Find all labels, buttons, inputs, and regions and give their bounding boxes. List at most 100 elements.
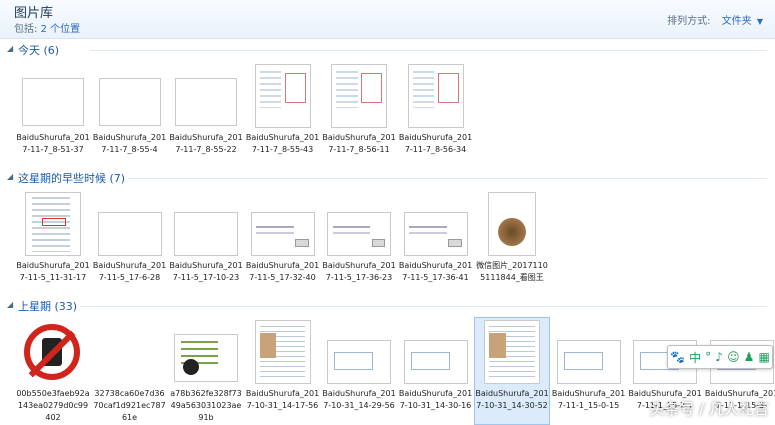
small-dialog-thumbnail-icon — [250, 212, 315, 256]
library-header: 图片库 包括: 2 个位置 排列方式: 文件夹 ▼ — [0, 0, 775, 39]
group-title[interactable]: 今天 (6) — [18, 42, 59, 58]
thumbnail-item[interactable]: BaiduShurufa_2017-10-31_14-17-56 — [246, 318, 320, 424]
thumbnail-item[interactable]: BaiduShurufa_2017-11-5_11-31-17 — [16, 190, 90, 296]
fire-thumbnail-icon: 火警119 — [98, 322, 161, 384]
thumbnail-image[interactable] — [248, 62, 318, 130]
dialog-thumbnail-icon — [331, 64, 387, 128]
thumbnail-image[interactable] — [401, 190, 471, 258]
dialog-thumbnail-icon — [254, 64, 311, 128]
thumbnail-image[interactable] — [248, 190, 318, 258]
thumbnail-caption: BaiduShurufa_2017-11-5_11-31-17 — [16, 261, 90, 282]
no-sign-thumbnail-icon — [22, 322, 84, 384]
thumbnail-image[interactable] — [18, 190, 88, 258]
thumbnail-item[interactable]: a78b362fe328f7349a563031023ae91b — [169, 318, 243, 424]
thumbnail-caption: BaiduShurufa_2017-11-5_17-36-41 — [398, 261, 473, 282]
book-thumbnail-icon — [488, 192, 536, 256]
thumbnail-item[interactable]: BaiduShurufa_2017-11-1_15-0-15 — [552, 318, 626, 424]
blue-thumbnail-icon — [174, 212, 238, 256]
thumbnail-image[interactable] — [171, 190, 241, 258]
locations-link[interactable]: 2 个位置 — [41, 24, 81, 35]
thumbnail-image[interactable] — [171, 62, 241, 130]
thumbnail-item[interactable]: 火警119 32738ca60e7d3670caf1d921ec78761e — [93, 318, 167, 424]
page-thumbnail-icon — [484, 320, 540, 384]
group-today: ◢ 今天 (6) BaiduShurufa_2017-11-7_8-51-37 B… — [0, 42, 775, 167]
thumbnail-item[interactable]: BaiduShurufa_2017-11-7_8-56-34 — [399, 62, 473, 168]
sort-label: 排列方式: — [667, 16, 711, 27]
thumbnail-image[interactable] — [477, 318, 547, 386]
thumbnail-item[interactable]: BaiduShurufa_2017-11-7_8-55-43 — [246, 62, 320, 168]
thumbnail-item[interactable]: BaiduShurufa_2017-11-5_17-36-23 — [322, 190, 396, 296]
thumbnail-item[interactable]: 00b550e3faeb92a143ea0279d0c99402 — [16, 318, 90, 424]
thumbnail-image[interactable] — [95, 190, 165, 258]
thumbnail-image[interactable] — [95, 62, 165, 130]
thumbnail-image[interactable] — [401, 62, 471, 130]
group-divider — [80, 306, 767, 307]
dialog-thumbnail-icon — [407, 64, 464, 128]
thumbnail-item[interactable]: BaiduShurufa_2017-11-5_17-32-40 — [246, 190, 320, 296]
thumbnail-caption: BaiduShurufa_2017-11-5_17-36-23 — [322, 261, 396, 282]
watermark-text: 头条号 / 凡人礼言 — [649, 400, 769, 418]
thumbnail-image[interactable] — [477, 190, 547, 258]
collapse-caret-icon[interactable]: ◢ — [7, 44, 13, 53]
thumbnail-item[interactable]: BaiduShurufa_2017-11-7_8-51-37 — [16, 62, 90, 168]
thumbnail-image[interactable] — [248, 318, 318, 386]
thumbnail-image[interactable] — [18, 62, 88, 130]
group-title[interactable]: 这星期的早些时候 (7) — [18, 170, 125, 186]
ime-tool-5-icon[interactable]: ♟ — [744, 350, 755, 364]
thumbnail-item[interactable]: BaiduShurufa_2017-10-31_14-30-16 — [399, 318, 473, 424]
thumbnail-item[interactable]: BaiduShurufa_2017-11-5_17-36-41 — [399, 190, 473, 296]
thumbnail-caption: 微信图片_20171105111844_看图王 — [476, 261, 548, 282]
thumbnail-item[interactable]: BaiduShurufa_2017-10-31_14-29-56 — [322, 318, 396, 424]
thumbnail-item[interactable]: 微信图片_20171105111844_看图王 — [475, 190, 549, 296]
page-title: 图片库 — [14, 6, 54, 21]
group-title[interactable]: 上星期 (33) — [18, 298, 77, 314]
thumbnail-caption: BaiduShurufa_2017-11-7_8-55-22 — [169, 133, 243, 154]
thumbnail-item[interactable]: BaiduShurufa_2017-11-7_8-55-4 — [93, 62, 167, 168]
collapse-caret-icon[interactable]: ◢ — [7, 300, 13, 309]
group-divider — [128, 178, 767, 179]
collapse-caret-icon[interactable]: ◢ — [7, 172, 13, 181]
thumbnail-image[interactable] — [554, 318, 624, 386]
grid-thumbnail-icon — [22, 78, 84, 126]
ime-tool-3-icon[interactable]: ♪ — [715, 350, 723, 364]
web-thumbnail-icon — [403, 340, 468, 384]
group-header[interactable]: ◢ 今天 (6) — [0, 42, 775, 58]
thumbnail-item[interactable]: BaiduShurufa_2017-10-31_14-30-52 — [474, 317, 550, 425]
thumbnail-caption: BaiduShurufa_2017-11-7_8-56-34 — [398, 133, 473, 154]
thumbnail-item[interactable]: BaiduShurufa_2017-11-5_17-6-28 — [93, 190, 167, 296]
sort-dropdown[interactable]: 文件夹 — [722, 16, 752, 27]
group-header[interactable]: ◢ 上星期 (33) — [0, 298, 775, 314]
barrel-icon — [42, 338, 62, 366]
thumbnail-item[interactable]: BaiduShurufa_2017-11-7_8-56-11 — [322, 62, 396, 168]
thumbnail-image[interactable] — [324, 190, 394, 258]
ime-floating-toolbar[interactable]: 🐾 中 ° ♪ ☺ ♟ ▦ — [667, 345, 773, 369]
ime-tool-0-icon[interactable]: 🐾 — [670, 350, 685, 364]
thumbnail-image[interactable] — [401, 318, 471, 386]
group-header[interactable]: ◢ 这星期的早些时候 (7) — [0, 170, 775, 186]
includes-prefix: 包括: — [14, 24, 38, 35]
fire-badge-text: 火警119 — [109, 350, 150, 361]
menu-thumbnail-icon — [25, 192, 81, 256]
thumbnail-caption: BaiduShurufa_2017-10-31_14-30-52 — [475, 389, 549, 410]
ime-tool-1-icon[interactable]: 中 — [689, 349, 701, 366]
thumbnail-image[interactable]: 火警119 — [95, 318, 165, 386]
thumbnail-caption: BaiduShurufa_2017-10-31_14-17-56 — [245, 389, 320, 410]
thumbnail-caption: BaiduShurufa_2017-11-1_15-0-15 — [551, 389, 626, 410]
thumbnail-caption: 00b550e3faeb92a143ea0279d0c99402 — [16, 389, 90, 422]
thumbnail-image[interactable] — [171, 318, 241, 386]
thumbnail-caption: BaiduShurufa_2017-11-5_17-32-40 — [245, 261, 320, 282]
chevron-down-icon[interactable]: ▼ — [757, 17, 763, 26]
thumbnail-image[interactable] — [324, 62, 394, 130]
thumbnail-item[interactable]: BaiduShurufa_2017-11-5_17-10-23 — [169, 190, 243, 296]
thumbnail-caption: BaiduShurufa_2017-10-31_14-29-56 — [322, 389, 396, 410]
grid-thumbnail-icon — [98, 78, 161, 126]
includes-info: 包括: 2 个位置 — [14, 20, 80, 35]
ime-tool-6-icon[interactable]: ▦ — [759, 350, 770, 364]
ime-tool-4-icon[interactable]: ☺ — [727, 350, 740, 364]
thumbnail-caption: BaiduShurufa_2017-11-7_8-55-43 — [245, 133, 320, 154]
thumbnail-image[interactable] — [324, 318, 394, 386]
thumbnail-item[interactable]: BaiduShurufa_2017-11-7_8-55-22 — [169, 62, 243, 168]
thumbnail-image[interactable] — [18, 318, 88, 386]
thumbnail-caption: BaiduShurufa_2017-10-31_14-30-16 — [398, 389, 473, 410]
ime-tool-2-icon[interactable]: ° — [705, 350, 711, 364]
